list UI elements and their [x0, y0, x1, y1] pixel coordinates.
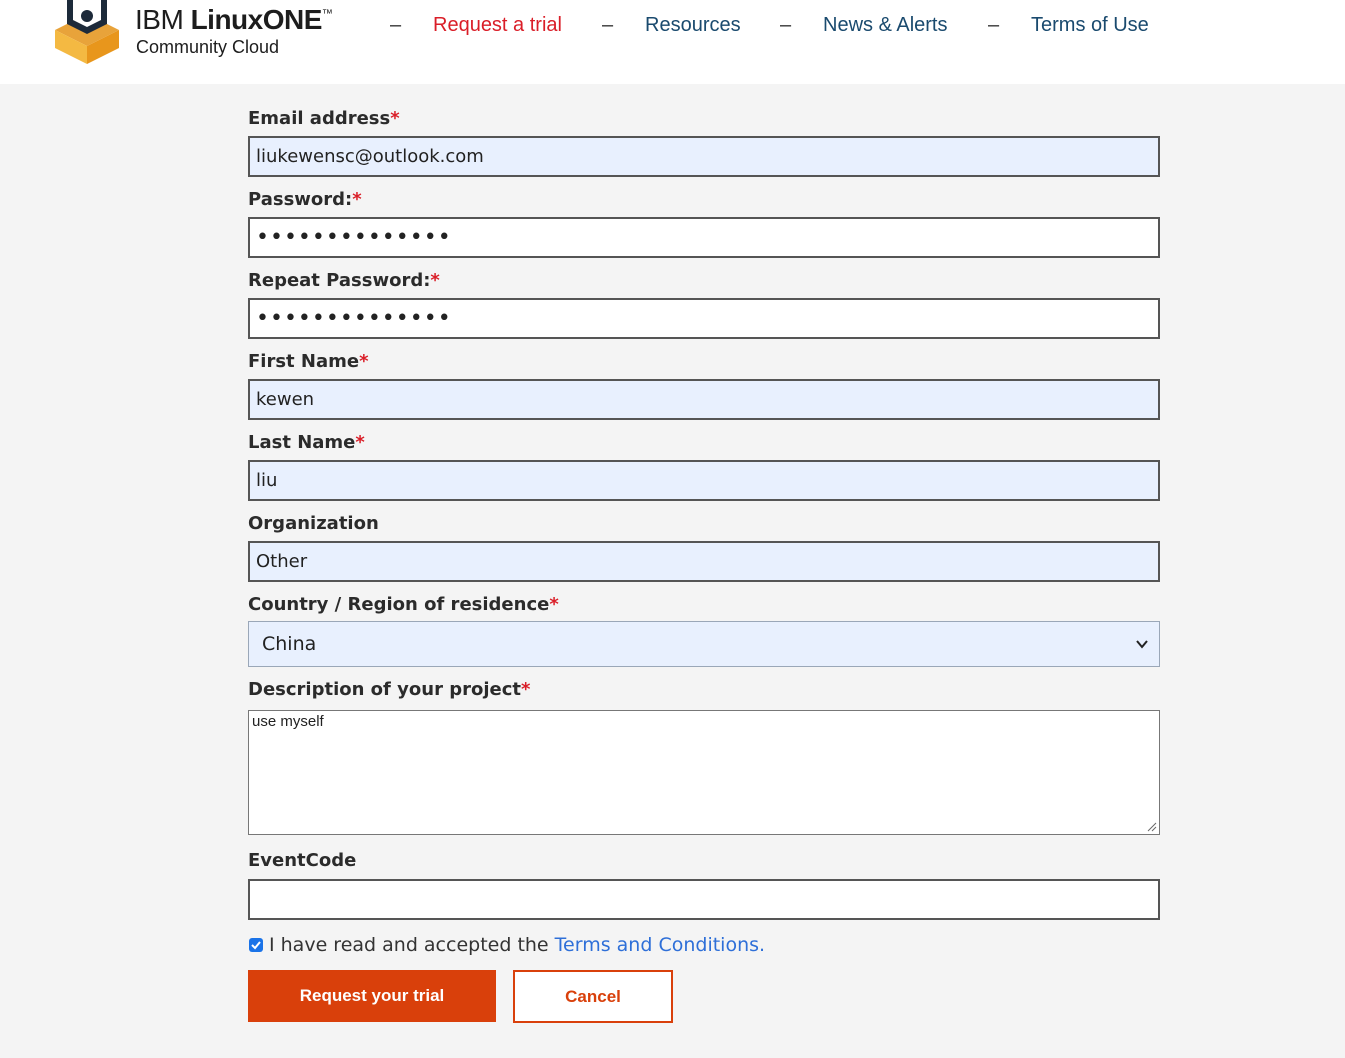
nav-separator: – — [988, 14, 1000, 36]
terms-conditions-link[interactable]: Terms and Conditions. — [555, 934, 765, 956]
description-label: Description of your project* — [248, 679, 531, 700]
description-textarea[interactable]: use myself — [248, 710, 1160, 835]
terms-text: I have read and accepted the Terms and C… — [269, 934, 766, 956]
cancel-button[interactable]: Cancel — [513, 970, 673, 1023]
organization-field[interactable] — [248, 541, 1160, 582]
brand-subtitle: Community Cloud — [136, 37, 280, 57]
nav-separator: – — [780, 14, 792, 36]
event-code-label: EventCode — [248, 850, 357, 871]
first-name-field[interactable] — [248, 379, 1160, 420]
trademark-mark: ™ — [321, 8, 333, 20]
last-name-label: Last Name* — [248, 432, 365, 453]
country-select[interactable]: China — [248, 621, 1160, 667]
repeat-password-field[interactable] — [248, 298, 1160, 339]
site-header: IBM LinuxONE™ Community Cloud – Request … — [0, 0, 1345, 84]
country-selected-value: China — [262, 633, 317, 655]
nav-separator: – — [390, 14, 402, 36]
nav-request-trial[interactable]: Request a trial — [433, 14, 562, 37]
terms-checkbox[interactable] — [249, 938, 263, 952]
nav-terms-of-use[interactable]: Terms of Use — [1031, 14, 1149, 37]
nav-separator: – — [602, 14, 614, 36]
first-name-label: First Name* — [248, 351, 369, 372]
email-field[interactable] — [248, 136, 1160, 177]
password-label: Password:* — [248, 189, 362, 210]
linuxone-cube-icon — [55, 0, 119, 64]
nav-news-alerts[interactable]: News & Alerts — [823, 14, 947, 37]
repeat-password-label: Repeat Password:* — [248, 270, 440, 291]
chevron-down-icon — [1136, 640, 1148, 649]
email-label: Email address* — [248, 108, 400, 129]
brand-title: IBM LinuxONE™ — [135, 4, 333, 36]
password-field[interactable] — [248, 217, 1160, 258]
nav-resources[interactable]: Resources — [645, 14, 741, 37]
checkmark-icon — [251, 941, 261, 950]
last-name-field[interactable] — [248, 460, 1160, 501]
brand-bold: LinuxONE — [190, 4, 323, 35]
country-label: Country / Region of residence* — [248, 594, 559, 615]
brand-prefix: IBM — [135, 4, 191, 35]
organization-label: Organization — [248, 513, 379, 534]
resize-grip-icon[interactable] — [1146, 821, 1157, 832]
request-trial-button[interactable]: Request your trial — [248, 970, 496, 1022]
ibm-linuxone-logo[interactable]: IBM LinuxONE™ Community Cloud — [53, 0, 363, 70]
event-code-field[interactable] — [248, 879, 1160, 920]
